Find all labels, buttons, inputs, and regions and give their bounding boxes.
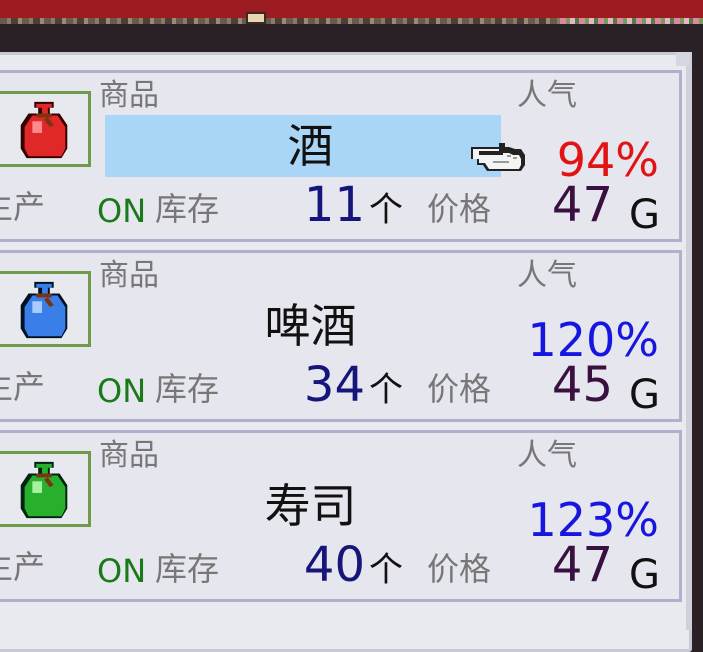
price-label: 价格	[427, 370, 492, 408]
top-banner-flowers	[560, 18, 703, 24]
price-value: 47	[551, 537, 613, 593]
popularity-label: 人气	[517, 258, 577, 293]
production-label: 生产	[0, 368, 46, 406]
top-banner	[0, 0, 703, 20]
production-status[interactable]: ON	[97, 375, 146, 407]
item-name: 寿司	[264, 479, 357, 533]
stock-label: 库存	[155, 190, 220, 228]
stock-label: 库存	[155, 370, 220, 408]
sack-icon	[20, 281, 68, 339]
stock-value: 40	[303, 537, 365, 593]
item-name: 啤酒	[264, 299, 357, 353]
stock-value: 11	[303, 177, 365, 233]
item-icon-frame	[0, 91, 91, 167]
stock-label: 库存	[155, 550, 220, 588]
panel-corner	[676, 52, 690, 66]
item-label: 商品	[99, 438, 159, 473]
pointing-hand-icon	[471, 143, 525, 171]
top-banner-sign	[246, 12, 266, 24]
item-row-3[interactable]: 商品 人气 寿司 123% 生产 ON 库存 40 个 价格 47 G	[0, 430, 682, 602]
item-icon-frame	[0, 271, 91, 347]
currency-label: G	[629, 552, 660, 598]
stock-unit: 个	[369, 550, 403, 590]
production-status[interactable]: ON	[97, 555, 146, 587]
currency-label: G	[629, 192, 660, 238]
price-label: 价格	[427, 550, 492, 588]
item-name: 酒	[287, 119, 334, 173]
production-status[interactable]: ON	[97, 195, 146, 227]
popularity-label: 人气	[517, 78, 577, 113]
stock-unit: 个	[369, 370, 403, 410]
price-label: 价格	[427, 190, 492, 228]
panel-scrollbar[interactable]	[686, 52, 692, 630]
item-label: 商品	[99, 258, 159, 293]
production-label: 生产	[0, 188, 46, 226]
price-value: 45	[551, 357, 613, 413]
currency-label: G	[629, 372, 660, 418]
item-row-2[interactable]: 商品 人气 啤酒 120% 生产 ON 库存 34 个 价格 45 G	[0, 250, 682, 422]
item-label: 商品	[99, 78, 159, 113]
item-icon-frame	[0, 451, 91, 527]
price-value: 47	[551, 177, 613, 233]
sack-icon	[20, 101, 68, 159]
popularity-label: 人气	[517, 438, 577, 473]
item-row-1[interactable]: 商品 人气 酒 94% 生产 ON 库存 11 个 价格 47 G	[0, 70, 682, 242]
stock-unit: 个	[369, 190, 403, 230]
stock-value: 34	[303, 357, 365, 413]
production-label: 生产	[0, 548, 46, 586]
sack-icon	[20, 461, 68, 519]
